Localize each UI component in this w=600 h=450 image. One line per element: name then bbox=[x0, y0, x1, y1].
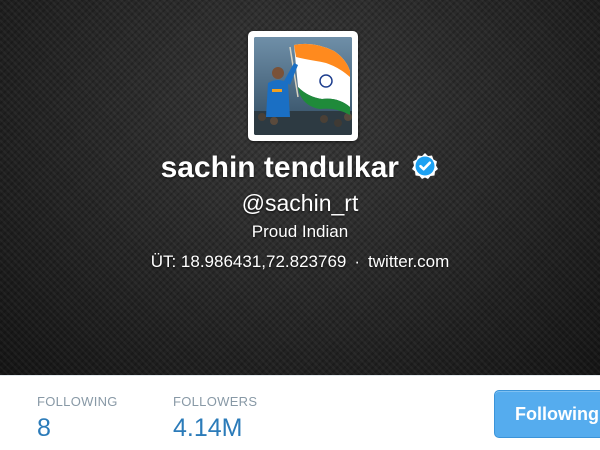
profile-avatar[interactable] bbox=[248, 31, 358, 141]
profile-header: sachin tendulkar @sachin_rt Proud Indian… bbox=[0, 0, 600, 375]
stat-following-value: 8 bbox=[37, 414, 51, 442]
avatar-image bbox=[254, 37, 352, 135]
profile-meta-row: ÜT: 18.986431,72.823769 · twitter.com bbox=[0, 251, 600, 273]
meta-separator: · bbox=[354, 252, 361, 271]
profile-bio: Proud Indian bbox=[251, 222, 349, 241]
stat-following[interactable]: FOLLOWING 8 bbox=[37, 394, 118, 443]
profile-display-name: sachin tendulkar bbox=[160, 151, 399, 184]
stat-followers-value: 4.14M bbox=[173, 414, 243, 442]
profile-name-row: sachin tendulkar bbox=[0, 148, 600, 188]
profile-website-link[interactable]: twitter.com bbox=[368, 252, 449, 271]
verified-badge-icon bbox=[411, 152, 439, 180]
profile-location: ÜT: 18.986431,72.823769 bbox=[150, 252, 347, 271]
stat-followers[interactable]: FOLLOWERS 4.14M bbox=[173, 394, 257, 443]
following-button[interactable]: Following bbox=[494, 390, 600, 438]
profile-handle: @sachin_rt bbox=[241, 190, 359, 216]
stat-following-label: FOLLOWING bbox=[37, 394, 118, 409]
stat-followers-label: FOLLOWERS bbox=[173, 394, 258, 409]
